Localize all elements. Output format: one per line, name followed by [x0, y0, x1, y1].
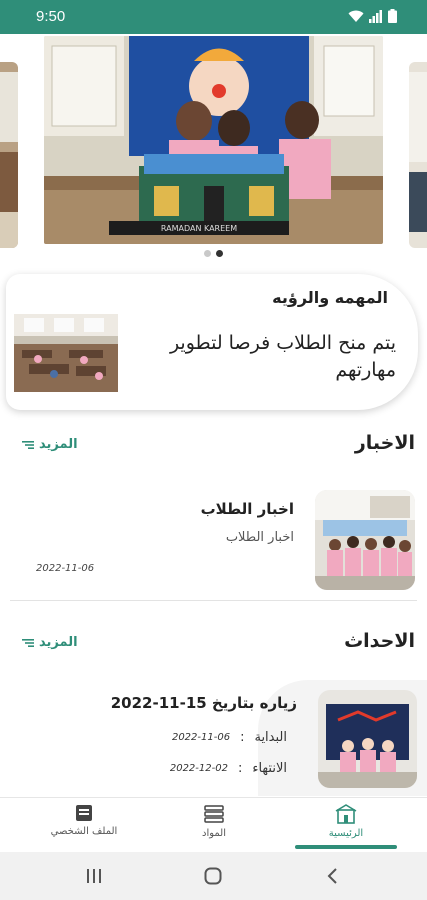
- nav-active-indicator: [295, 845, 397, 849]
- nav-subjects[interactable]: المواد: [154, 804, 274, 839]
- section-divider: [10, 600, 417, 601]
- event-item-title: زياره بتاريخ 15-11-2022: [110, 694, 297, 712]
- news-item-date: 2022-11-06: [36, 563, 95, 574]
- mission-vision-card[interactable]: المهمه والرؤيه يتم منح الطلاب فرصا لتطوي…: [6, 274, 418, 410]
- event-end-label: الانتهاء: [252, 761, 287, 776]
- event-start-value: 2022-11-06: [171, 732, 231, 743]
- mission-text: يتم منح الطلاب فرصا لتطوير مهارتهم: [169, 332, 396, 381]
- nav-profile[interactable]: الملف الشخصي: [24, 804, 144, 837]
- bottom-navigation: الرئيسية المواد الملف الشخصي: [0, 797, 427, 852]
- events-more-label: المزيد: [39, 635, 78, 650]
- slide-banner-text: RAMADAN KAREEM: [161, 224, 237, 233]
- carousel-prev-slide[interactable]: [0, 62, 18, 248]
- wifi-icon: [348, 10, 364, 22]
- event-start-label: البداية: [254, 730, 287, 745]
- news-item-title: اخبار الطلاب: [200, 500, 294, 518]
- event-image: [318, 690, 417, 788]
- events-section-title: الاحداث: [344, 630, 415, 652]
- news-section-title: الاخبار: [354, 432, 415, 454]
- nav-profile-label: الملف الشخصي: [50, 826, 118, 837]
- profile-card-icon: [76, 805, 92, 821]
- nav-subjects-label: المواد: [201, 828, 226, 839]
- nav-home[interactable]: الرئيسية: [286, 804, 406, 839]
- event-separator: :: [237, 761, 243, 776]
- image-carousel[interactable]: RAMADAN KAREEM: [0, 34, 427, 260]
- status-time: 9:50: [36, 8, 66, 25]
- news-image: [315, 490, 415, 590]
- system-navigation-bar: [0, 852, 427, 900]
- mission-image: [14, 314, 118, 392]
- event-start-row: البداية : 2022-11-06: [172, 730, 287, 745]
- back-icon[interactable]: [326, 867, 338, 885]
- books-icon: [204, 805, 224, 823]
- filter-icon: [22, 638, 34, 647]
- carousel-dot-active[interactable]: [216, 250, 223, 257]
- event-list-item[interactable]: زياره بتاريخ 15-11-2022 البداية : 2022-1…: [0, 680, 427, 796]
- mission-title: المهمه والرؤيه: [272, 288, 388, 307]
- event-end-row: الانتهاء : 2022-12-02: [170, 761, 287, 776]
- status-bar: 9:50: [0, 0, 427, 34]
- signal-icon: [369, 9, 382, 23]
- carousel-next-slide[interactable]: [409, 62, 427, 248]
- carousel-current-slide[interactable]: RAMADAN KAREEM: [44, 36, 383, 244]
- status-icons: [348, 9, 397, 23]
- nav-home-label: الرئيسية: [328, 828, 364, 839]
- home-icon: [335, 804, 357, 824]
- filter-icon: [22, 440, 34, 449]
- event-end-value: 2022-12-02: [169, 763, 228, 774]
- event-separator: :: [240, 730, 245, 745]
- events-more-link[interactable]: المزيد: [22, 635, 78, 650]
- recent-apps-icon[interactable]: [86, 868, 102, 884]
- news-more-link[interactable]: المزيد: [22, 437, 78, 452]
- carousel-dots: [0, 250, 427, 257]
- battery-icon: [388, 9, 397, 23]
- news-more-label: المزيد: [39, 437, 78, 452]
- carousel-dot[interactable]: [204, 250, 211, 257]
- news-item-subtitle: اخبار الطلاب: [225, 530, 294, 545]
- news-list-item[interactable]: اخبار الطلاب اخبار الطلاب 2022-11-06: [0, 478, 427, 596]
- home-button-icon[interactable]: [204, 867, 222, 885]
